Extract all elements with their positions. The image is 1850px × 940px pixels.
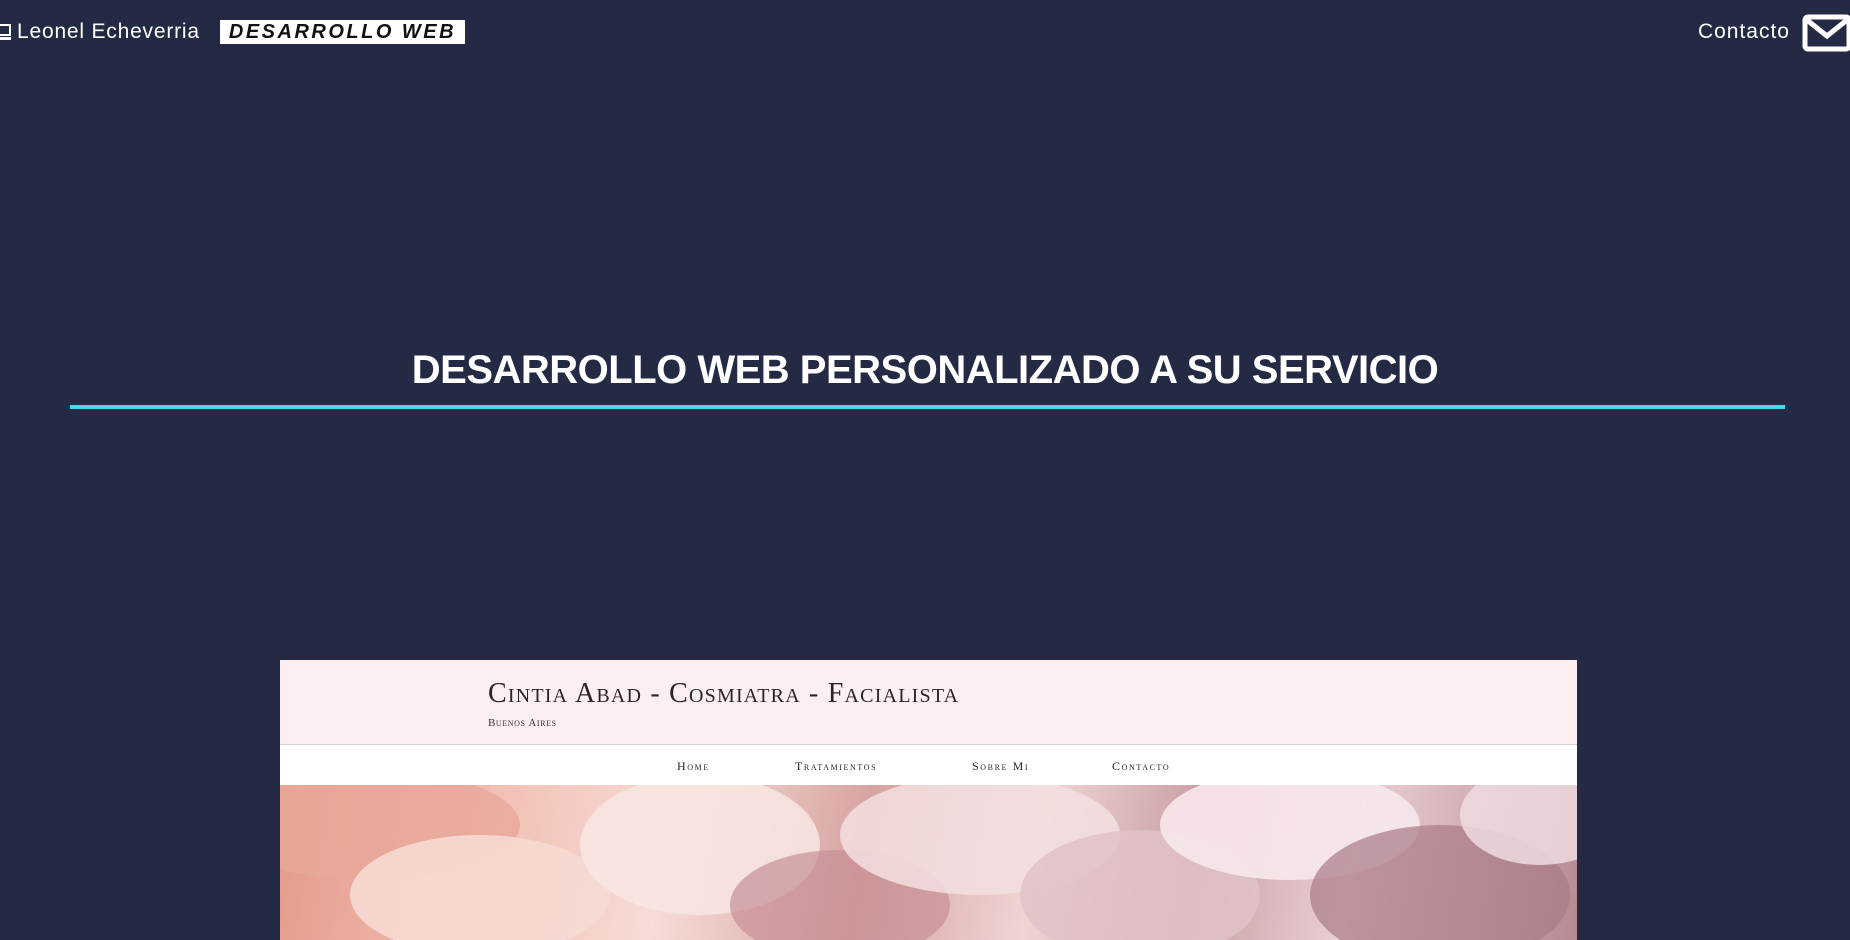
top-navigation: Leonel Echeverria DESARROLLO WEB Contact… [0, 0, 1850, 66]
mail-icon[interactable] [1802, 14, 1850, 52]
contact-link[interactable]: Contacto [1698, 20, 1790, 44]
preview-menu-contacto[interactable]: Contacto [1112, 759, 1170, 774]
brand[interactable]: Leonel Echeverria DESARROLLO WEB [0, 20, 466, 44]
preview-header: Cintia Abad - Cosmiatra - Facialista Bue… [280, 660, 1577, 745]
laptop-icon [0, 22, 11, 42]
hero-divider [70, 405, 1785, 409]
preview-menu: Home Tratamientos Sobre Mi Contacto [280, 745, 1577, 785]
preview-site-title: Cintia Abad - Cosmiatra - Facialista [488, 678, 960, 709]
preview-site-subtitle: Buenos Aires [488, 717, 557, 729]
preview-menu-tratamientos[interactable]: Tratamientos [795, 759, 877, 774]
preview-menu-home[interactable]: Home [677, 759, 710, 774]
hero-title: DESARROLLO WEB PERSONALIZADO A SU SERVIC… [411, 348, 1439, 392]
preview-hero-image [280, 785, 1577, 940]
portfolio-preview[interactable]: Cintia Abad - Cosmiatra - Facialista Bue… [280, 660, 1577, 940]
preview-menu-sobre-mi[interactable]: Sobre Mi [972, 759, 1029, 774]
brand-tagline: DESARROLLO WEB [219, 20, 466, 44]
brand-name: Leonel Echeverria [17, 20, 200, 43]
